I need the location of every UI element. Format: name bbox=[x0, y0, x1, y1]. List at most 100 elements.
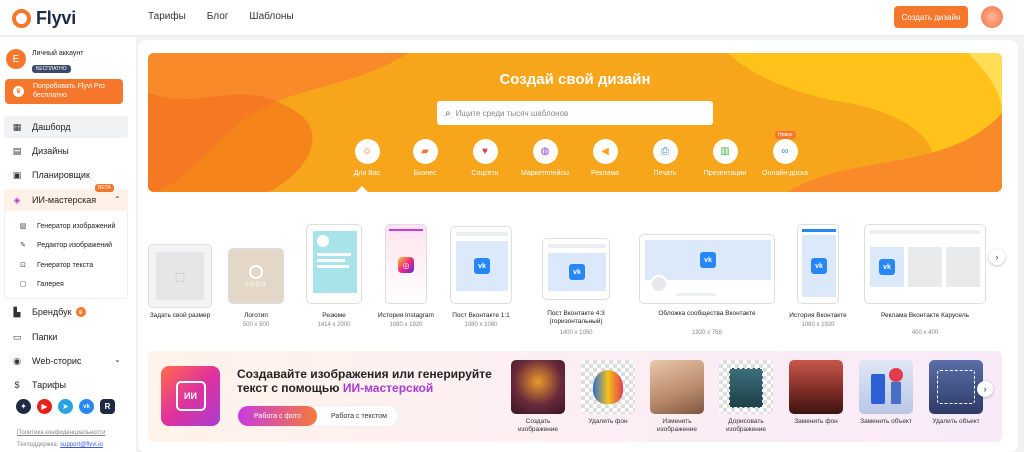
category-online-board[interactable]: ∞ Онлайн-доска bbox=[752, 139, 818, 177]
template-resume[interactable]: Резюме 1414 x 2000 bbox=[303, 224, 365, 334]
logo-circle-icon bbox=[249, 264, 263, 279]
sidebar-subitem-gallery[interactable]: ▢ Галерея bbox=[18, 280, 64, 289]
template-name: Пост Вконтакте 4:3 (горизонтальный) bbox=[547, 310, 605, 325]
privacy-policy-link[interactable]: Политика конфиденциальности bbox=[17, 430, 106, 436]
ai-tool-remove-object[interactable]: Удалить объект bbox=[929, 360, 983, 426]
category-label: Онлайн-доска bbox=[762, 170, 808, 177]
template-search-input[interactable]: ⌕ Ищите среди тысяч шаблонов bbox=[437, 101, 713, 125]
vk-icon[interactable]: vk bbox=[79, 399, 94, 414]
template-size: 1920 x 768 bbox=[692, 330, 722, 336]
briefcase-icon: ▰ bbox=[412, 139, 438, 164]
ai-tools-next-button[interactable]: › bbox=[977, 381, 993, 397]
category-label: Бизнес bbox=[413, 170, 437, 177]
category-label: Реклама bbox=[590, 170, 620, 177]
sidebar-item-tariffs[interactable]: $ Тарифы bbox=[4, 374, 128, 396]
template-name: Реклама Вконтакте Карусель bbox=[880, 312, 970, 319]
template-name: История Вконтакте bbox=[789, 312, 847, 319]
sidebar-item-label: Папки bbox=[32, 332, 58, 342]
sidebar-item-folders[interactable]: ▭ Папки bbox=[4, 326, 128, 348]
sidebar-item-planner[interactable]: ▣ Планировщик bbox=[4, 164, 128, 186]
search-icon: ⌕ bbox=[445, 107, 451, 119]
youtube-icon[interactable]: ▶ bbox=[37, 399, 52, 414]
vk-icon: vk bbox=[474, 258, 490, 274]
sidebar-subitem-image-generator[interactable]: ▨ Генератор изображений bbox=[18, 222, 116, 231]
nav-tariffs[interactable]: Тарифы bbox=[148, 11, 186, 22]
support-label: Техподдержка: bbox=[17, 442, 59, 448]
sidebar-subitem-image-editor[interactable]: ✎ Редактор изображений bbox=[18, 241, 113, 250]
nav-templates[interactable]: Шаблоны bbox=[249, 11, 293, 22]
ai-tool-create-image[interactable]: Создать изображение bbox=[511, 360, 565, 434]
template-vk-cover[interactable]: vk Обложка сообщества Вконтакте 1920 x 7… bbox=[634, 232, 780, 340]
vk-icon: vk bbox=[879, 259, 895, 275]
category-label: Презентации bbox=[703, 170, 747, 177]
logo[interactable]: Flyvi bbox=[12, 8, 76, 29]
web-stories-icon: ◉ bbox=[13, 355, 21, 366]
image-editor-icon: ✎ bbox=[20, 242, 26, 249]
support-email-link[interactable]: support@flyvi.io bbox=[60, 442, 103, 448]
category-for-you[interactable]: ☺ Для Вас bbox=[334, 139, 400, 177]
try-pro-button[interactable]: ♛ Попробовать Flyvi Pro бесплатно bbox=[5, 79, 123, 104]
gallery-icon: ▢ bbox=[19, 281, 27, 288]
rutube-icon[interactable]: R bbox=[100, 399, 115, 414]
sidebar-subitem-text-generator[interactable]: ⊡ Генератор текста bbox=[18, 261, 93, 270]
ai-tool-replace-background[interactable]: Заменить фон bbox=[789, 360, 843, 426]
template-name: Обложка сообщества Вконтакте bbox=[658, 310, 756, 317]
designs-icon: ▤ bbox=[12, 145, 22, 156]
category-marketplaces[interactable]: ◍ Маркетплейсы bbox=[512, 139, 578, 177]
ai-tool-edit-image[interactable]: Изменить изображение bbox=[650, 360, 704, 434]
template-vk-carousel[interactable]: vk Реклама Вконтакте Карусель 400 x 400 bbox=[860, 224, 990, 338]
dashboard-icon: ▦ bbox=[12, 121, 22, 132]
templates-next-button[interactable]: › bbox=[989, 249, 1005, 265]
resize-icon: ⬚ bbox=[156, 252, 204, 300]
dollar-icon: $ bbox=[14, 380, 20, 390]
tool-label: Изменить изображение bbox=[657, 418, 697, 433]
account-switcher[interactable]: E Личный аккаунт БЕСПЛАТНО bbox=[6, 49, 83, 75]
crown-icon: ♛ bbox=[75, 307, 86, 317]
top-nav: Тарифы Блог Шаблоны bbox=[148, 11, 315, 22]
toggle-text-button[interactable]: Работа с текстом bbox=[320, 406, 398, 426]
hero-banner: Создай свой дизайн ⌕ Ищите среди тысяч ш… bbox=[148, 53, 1002, 192]
sub-item-label: Галерея bbox=[37, 280, 64, 288]
toggle-photo-button[interactable]: Работа с фото bbox=[238, 406, 317, 426]
sidebar-item-brandbook[interactable]: ▙ Брендбук ♛ bbox=[4, 301, 128, 323]
sub-item-label: Редактор изображений bbox=[37, 241, 113, 249]
ai-title-highlight[interactable]: ИИ-мастерской bbox=[343, 381, 433, 395]
category-business[interactable]: ▰ Бизнес bbox=[392, 139, 458, 177]
search-placeholder: Ищите среди тысяч шаблонов bbox=[455, 108, 569, 118]
sidebar-item-dashboard[interactable]: ▦ Дашборд bbox=[4, 116, 128, 138]
template-name: Задать свой размер bbox=[149, 312, 211, 319]
template-size: 400 x 400 bbox=[911, 330, 939, 336]
category-label: Соцсети bbox=[471, 170, 499, 177]
create-design-button[interactable]: Создать дизайн bbox=[894, 6, 968, 28]
sidebar-item-label: Брендбук bbox=[32, 307, 72, 317]
megaphone-icon: ◀ bbox=[592, 139, 618, 164]
sidebar-item-web-stories[interactable]: ◉ Web-сторис ⌄ bbox=[4, 350, 128, 372]
category-ads[interactable]: ◀ Реклама bbox=[572, 139, 638, 177]
user-avatar[interactable] bbox=[981, 6, 1003, 28]
template-instagram-story[interactable]: ◎ История Instagram 1080 x 1920 bbox=[376, 224, 436, 334]
template-vk-story[interactable]: vk История Вконтакте 1080 x 1920 bbox=[788, 224, 848, 334]
nav-blog[interactable]: Блог bbox=[207, 11, 229, 22]
ai-icon: ◈ bbox=[13, 194, 21, 205]
template-custom-size[interactable]: ⬚ Задать свой размер bbox=[148, 244, 212, 334]
ai-banner-title: Создавайте изображения или генерируйте т… bbox=[237, 367, 497, 395]
template-vk-post-square[interactable]: vk Пост Вконтакте 1:1 1080 x 1080 bbox=[446, 224, 516, 334]
board-icon: ∞ bbox=[772, 139, 798, 164]
ai-tool-remove-background[interactable]: Удалить фон bbox=[581, 360, 635, 426]
category-print[interactable]: ⎙ Печать bbox=[632, 139, 698, 177]
sidebar-item-designs[interactable]: ▤ Дизайны bbox=[4, 140, 128, 162]
sidebar-item-label: ИИ-мастерская bbox=[32, 195, 97, 205]
image-generator-icon: ▨ bbox=[19, 223, 27, 230]
sidebar-item-ai-workshop[interactable]: ◈ ИИ-мастерская ⌃ bbox=[4, 189, 128, 211]
template-vk-post-horizontal[interactable]: vk Пост Вконтакте 4:3 (горизонтальный) 1… bbox=[536, 238, 616, 340]
category-presentations[interactable]: ▥ Презентации bbox=[692, 139, 758, 177]
ai-tool-extend-image[interactable]: Дорисовать изображение bbox=[719, 360, 773, 434]
template-logo[interactable]: LOGO Логотип 500 x 500 bbox=[226, 244, 286, 334]
zen-icon[interactable]: ✦ bbox=[16, 399, 31, 414]
telegram-icon[interactable]: ➤ bbox=[58, 399, 73, 414]
ai-tool-replace-object[interactable]: Заменить объект bbox=[859, 360, 913, 426]
tool-thumbnail bbox=[789, 360, 843, 414]
category-social[interactable]: ♥ Соцсети bbox=[452, 139, 518, 177]
beta-badge: BETA bbox=[95, 184, 114, 192]
template-name: Логотип bbox=[244, 312, 268, 319]
